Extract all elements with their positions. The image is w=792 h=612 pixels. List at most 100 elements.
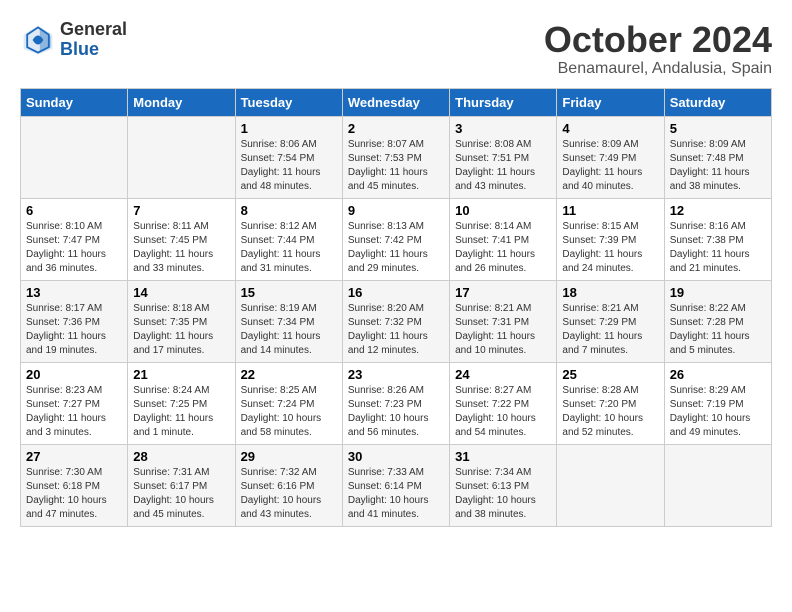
day-info: Sunrise: 8:12 AMSunset: 7:44 PMDaylight:… — [241, 220, 337, 276]
calendar-cell — [21, 116, 128, 198]
calendar-cell: 21 Sunrise: 8:24 AMSunset: 7:25 PMDayligh… — [128, 362, 235, 444]
day-info: Sunrise: 8:17 AMSunset: 7:36 PMDaylight:… — [26, 302, 122, 358]
day-info: Sunrise: 8:21 AMSunset: 7:29 PMDaylight:… — [562, 302, 658, 358]
calendar-cell: 23 Sunrise: 8:26 AMSunset: 7:23 PMDayligh… — [342, 362, 449, 444]
calendar-cell: 31 Sunrise: 7:34 AMSunset: 6:13 PMDayligh… — [450, 444, 557, 526]
day-number: 27 — [26, 449, 122, 464]
month-title: October 2024 — [544, 20, 772, 60]
day-number: 18 — [562, 285, 658, 300]
day-info: Sunrise: 8:21 AMSunset: 7:31 PMDaylight:… — [455, 302, 551, 358]
day-info: Sunrise: 8:28 AMSunset: 7:20 PMDaylight:… — [562, 384, 658, 440]
header-saturday: Saturday — [664, 88, 771, 116]
calendar-cell: 17 Sunrise: 8:21 AMSunset: 7:31 PMDayligh… — [450, 280, 557, 362]
day-info: Sunrise: 7:31 AMSunset: 6:17 PMDaylight:… — [133, 466, 229, 522]
day-info: Sunrise: 8:29 AMSunset: 7:19 PMDaylight:… — [670, 384, 766, 440]
header-thursday: Thursday — [450, 88, 557, 116]
day-number: 10 — [455, 203, 551, 218]
calendar-cell: 3Sunrise: 8:08 AMSunset: 7:51 PMDaylight… — [450, 116, 557, 198]
location-subtitle: Benamaurel, Andalusia, Spain — [544, 60, 772, 78]
day-info: Sunrise: 8:09 AMSunset: 7:49 PMDaylight:… — [562, 138, 658, 194]
day-number: 5 — [670, 121, 766, 136]
calendar-cell — [128, 116, 235, 198]
day-info: Sunrise: 8:15 AMSunset: 7:39 PMDaylight:… — [562, 220, 658, 276]
day-info: Sunrise: 8:26 AMSunset: 7:23 PMDaylight:… — [348, 384, 444, 440]
calendar-cell: 27 Sunrise: 7:30 AMSunset: 6:18 PMDayligh… — [21, 444, 128, 526]
day-number: 14 — [133, 285, 229, 300]
day-info: Sunrise: 8:13 AMSunset: 7:42 PMDaylight:… — [348, 220, 444, 276]
header-friday: Friday — [557, 88, 664, 116]
calendar-cell: 8Sunrise: 8:12 AMSunset: 7:44 PMDaylight… — [235, 198, 342, 280]
page-header: General Blue October 2024 Benamaurel, An… — [20, 20, 772, 78]
day-info: Sunrise: 8:08 AMSunset: 7:51 PMDaylight:… — [455, 138, 551, 194]
day-number: 28 — [133, 449, 229, 464]
calendar-week-row: 27 Sunrise: 7:30 AMSunset: 6:18 PMDayligh… — [21, 444, 772, 526]
calendar-cell: 6 Sunrise: 8:10 AMSunset: 7:47 PMDaylight… — [21, 198, 128, 280]
day-info: Sunrise: 8:11 AMSunset: 7:45 PMDaylight:… — [133, 220, 229, 276]
day-number: 19 — [670, 285, 766, 300]
day-info: Sunrise: 8:24 AMSunset: 7:25 PMDaylight:… — [133, 384, 229, 440]
day-number: 21 — [133, 367, 229, 382]
calendar-cell: 5Sunrise: 8:09 AMSunset: 7:48 PMDaylight… — [664, 116, 771, 198]
calendar-cell: 22Sunrise: 8:25 AMSunset: 7:24 PMDayligh… — [235, 362, 342, 444]
day-info: Sunrise: 7:34 AMSunset: 6:13 PMDaylight:… — [455, 466, 551, 522]
day-number: 23 — [348, 367, 444, 382]
day-number: 20 — [26, 367, 122, 382]
day-number: 4 — [562, 121, 658, 136]
day-info: Sunrise: 8:23 AMSunset: 7:27 PMDaylight:… — [26, 384, 122, 440]
day-number: 2 — [348, 121, 444, 136]
calendar-cell: 13 Sunrise: 8:17 AMSunset: 7:36 PMDayligh… — [21, 280, 128, 362]
day-info: Sunrise: 7:30 AMSunset: 6:18 PMDaylight:… — [26, 466, 122, 522]
day-number: 15 — [241, 285, 337, 300]
calendar-week-row: 13 Sunrise: 8:17 AMSunset: 7:36 PMDayligh… — [21, 280, 772, 362]
day-info: Sunrise: 8:16 AMSunset: 7:38 PMDaylight:… — [670, 220, 766, 276]
calendar-cell: 25 Sunrise: 8:28 AMSunset: 7:20 PMDayligh… — [557, 362, 664, 444]
calendar-week-row: 1 Sunrise: 8:06 AMSunset: 7:54 PMDaylight… — [21, 116, 772, 198]
calendar-cell: 2 Sunrise: 8:07 AMSunset: 7:53 PMDaylight… — [342, 116, 449, 198]
day-info: Sunrise: 8:06 AMSunset: 7:54 PMDaylight:… — [241, 138, 337, 194]
header-tuesday: Tuesday — [235, 88, 342, 116]
day-info: Sunrise: 8:07 AMSunset: 7:53 PMDaylight:… — [348, 138, 444, 194]
calendar-cell — [557, 444, 664, 526]
day-number: 9 — [348, 203, 444, 218]
calendar-header-row: SundayMondayTuesdayWednesdayThursdayFrid… — [21, 88, 772, 116]
calendar-cell: 7 Sunrise: 8:11 AMSunset: 7:45 PMDaylight… — [128, 198, 235, 280]
header-sunday: Sunday — [21, 88, 128, 116]
calendar-cell: 28 Sunrise: 7:31 AMSunset: 6:17 PMDayligh… — [128, 444, 235, 526]
day-number: 12 — [670, 203, 766, 218]
day-info: Sunrise: 8:10 AMSunset: 7:47 PMDaylight:… — [26, 220, 122, 276]
calendar-cell: 10 Sunrise: 8:14 AMSunset: 7:41 PMDayligh… — [450, 198, 557, 280]
calendar-cell: 15 Sunrise: 8:19 AMSunset: 7:34 PMDayligh… — [235, 280, 342, 362]
calendar-cell: 20 Sunrise: 8:23 AMSunset: 7:27 PMDayligh… — [21, 362, 128, 444]
day-number: 29 — [241, 449, 337, 464]
day-info: Sunrise: 8:19 AMSunset: 7:34 PMDaylight:… — [241, 302, 337, 358]
logo-text: General Blue — [60, 20, 127, 60]
day-number: 1 — [241, 121, 337, 136]
calendar-cell — [664, 444, 771, 526]
day-info: Sunrise: 8:18 AMSunset: 7:35 PMDaylight:… — [133, 302, 229, 358]
day-number: 31 — [455, 449, 551, 464]
calendar-week-row: 6 Sunrise: 8:10 AMSunset: 7:47 PMDaylight… — [21, 198, 772, 280]
calendar-cell: 14 Sunrise: 8:18 AMSunset: 7:35 PMDayligh… — [128, 280, 235, 362]
calendar-cell: 16 Sunrise: 8:20 AMSunset: 7:32 PMDayligh… — [342, 280, 449, 362]
day-info: Sunrise: 8:22 AMSunset: 7:28 PMDaylight:… — [670, 302, 766, 358]
header-monday: Monday — [128, 88, 235, 116]
logo: General Blue — [20, 20, 127, 60]
day-number: 6 — [26, 203, 122, 218]
calendar-cell: 12 Sunrise: 8:16 AMSunset: 7:38 PMDayligh… — [664, 198, 771, 280]
day-info: Sunrise: 8:20 AMSunset: 7:32 PMDaylight:… — [348, 302, 444, 358]
calendar-table: SundayMondayTuesdayWednesdayThursdayFrid… — [20, 88, 772, 527]
day-number: 16 — [348, 285, 444, 300]
day-number: 13 — [26, 285, 122, 300]
day-number: 30 — [348, 449, 444, 464]
day-number: 11 — [562, 203, 658, 218]
calendar-week-row: 20 Sunrise: 8:23 AMSunset: 7:27 PMDayligh… — [21, 362, 772, 444]
day-info: Sunrise: 8:14 AMSunset: 7:41 PMDaylight:… — [455, 220, 551, 276]
calendar-cell: 19 Sunrise: 8:22 AMSunset: 7:28 PMDayligh… — [664, 280, 771, 362]
calendar-cell: 30Sunrise: 7:33 AMSunset: 6:14 PMDayligh… — [342, 444, 449, 526]
calendar-cell: 11 Sunrise: 8:15 AMSunset: 7:39 PMDayligh… — [557, 198, 664, 280]
day-number: 22 — [241, 367, 337, 382]
day-number: 17 — [455, 285, 551, 300]
day-number: 7 — [133, 203, 229, 218]
calendar-cell: 26Sunrise: 8:29 AMSunset: 7:19 PMDayligh… — [664, 362, 771, 444]
day-number: 25 — [562, 367, 658, 382]
